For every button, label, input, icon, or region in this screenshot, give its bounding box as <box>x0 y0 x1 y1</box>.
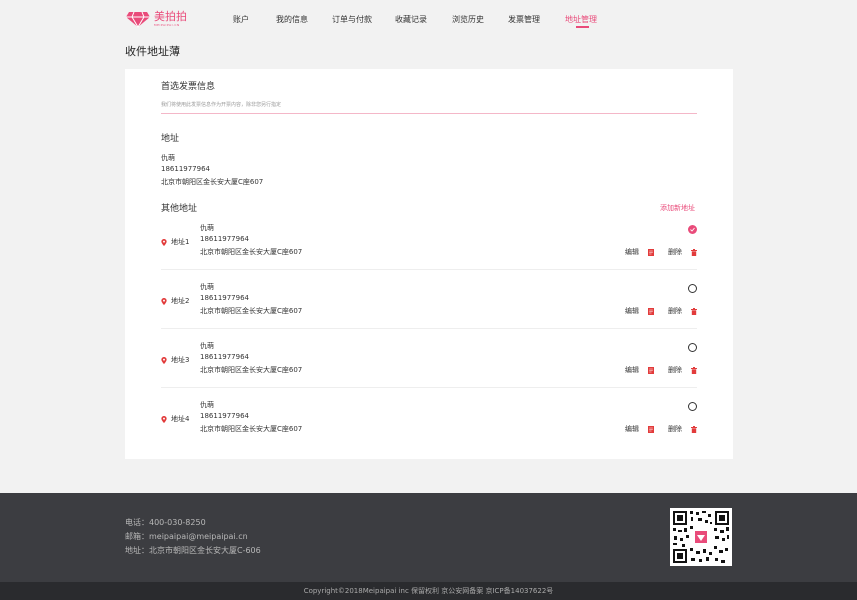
nav-item-orders[interactable]: 订单与付款 <box>332 14 372 25</box>
logo-tagline: MEIPAIPAI.CN <box>154 22 180 27</box>
row-phone: 18611977964 <box>200 412 249 420</box>
diamond-logo-icon <box>126 11 150 28</box>
add-address-link[interactable]: 添加新地址 <box>660 203 695 213</box>
location-pin-icon <box>161 356 167 364</box>
address-row: 地址4 仇萌 18611977964 北京市朝阳区金长安大厦C座607 编辑 删… <box>161 398 697 457</box>
trash-icon <box>691 425 697 433</box>
nav-item-addresses[interactable]: 地址管理 <box>565 14 597 25</box>
row-name: 仇萌 <box>200 401 214 409</box>
edit-doc-icon <box>648 366 654 374</box>
row-name: 仇萌 <box>200 224 214 232</box>
row-name: 仇萌 <box>200 283 214 291</box>
address-title: 地址 <box>161 134 180 144</box>
pink-divider <box>161 113 697 114</box>
preferred-title: 首选发票信息 <box>161 82 216 92</box>
row-label: 地址3 <box>161 355 189 365</box>
edit-doc-icon <box>648 425 654 433</box>
edit-label: 编辑 <box>625 248 639 256</box>
location-pin-icon <box>161 238 167 246</box>
trash-icon <box>691 366 697 374</box>
nav-item-account[interactable]: 账户 <box>233 14 249 25</box>
preferred-hint: 我们将使用此发票信息作为开票内容，除非您另行指定 <box>161 102 282 108</box>
edit-doc-icon <box>648 307 654 315</box>
address-row: 地址1 仇萌 18611977964 北京市朝阳区金长安大厦C座607 编辑 删… <box>161 221 697 280</box>
address-detail: 北京市朝阳区金长安大厦C座607 <box>161 178 264 186</box>
row-phone: 18611977964 <box>200 294 249 302</box>
address-row: 地址2 仇萌 18611977964 北京市朝阳区金长安大厦C座607 编辑 删… <box>161 280 697 339</box>
top-nav: 美拍拍 MEIPAIPAI.CN 账户 我的信息 订单与付款 收藏记录 浏览历史… <box>0 0 857 36</box>
footer-email: 邮箱：meipaipai@meipaipai.cn <box>125 532 248 541</box>
logo[interactable]: 美拍拍 MEIPAIPAI.CN <box>125 10 187 28</box>
row-address: 北京市朝阳区金长安大厦C座607 <box>200 248 303 256</box>
footer-phone: 电话：400-030-8250 <box>125 518 206 527</box>
delete-button[interactable]: 删除 <box>668 306 697 316</box>
trash-icon <box>691 307 697 315</box>
delete-label: 删除 <box>668 248 682 256</box>
row-address: 北京市朝阳区金长安大厦C座607 <box>200 366 303 374</box>
location-pin-icon <box>161 297 167 305</box>
row-address: 北京市朝阳区金长安大厦C座607 <box>200 307 303 315</box>
row-label: 地址1 <box>161 237 189 247</box>
check-icon <box>690 227 695 232</box>
edit-label: 编辑 <box>625 425 639 433</box>
delete-button[interactable]: 删除 <box>668 247 697 257</box>
row-address: 北京市朝阳区金长安大厦C座607 <box>200 425 303 433</box>
nav-active-indicator <box>576 26 589 28</box>
select-radio[interactable] <box>688 225 697 234</box>
nav-item-my-info[interactable]: 我的信息 <box>276 14 308 25</box>
row-phone: 18611977964 <box>200 235 249 243</box>
address-phone: 18611977964 <box>161 165 210 173</box>
qr-code <box>670 508 732 566</box>
row-divider <box>161 387 697 388</box>
other-addresses-title: 其他地址 <box>161 204 198 214</box>
delete-button[interactable]: 删除 <box>668 424 697 434</box>
address-row: 地址3 仇萌 18611977964 北京市朝阳区金长安大厦C座607 编辑 删… <box>161 339 697 398</box>
edit-doc-icon <box>648 248 654 256</box>
edit-label: 编辑 <box>625 307 639 315</box>
address-name: 仇萌 <box>161 154 175 162</box>
nav-item-history[interactable]: 浏览历史 <box>452 14 484 25</box>
select-radio[interactable] <box>688 284 697 293</box>
row-label-text: 地址2 <box>171 297 190 305</box>
row-label: 地址2 <box>161 296 189 306</box>
edit-label: 编辑 <box>625 366 639 374</box>
row-label: 地址4 <box>161 414 189 424</box>
page-title: 收件地址薄 <box>125 45 180 58</box>
trash-icon <box>691 248 697 256</box>
edit-button[interactable]: 编辑 <box>625 365 654 375</box>
delete-button[interactable]: 删除 <box>668 365 697 375</box>
select-radio[interactable] <box>688 343 697 352</box>
edit-button[interactable]: 编辑 <box>625 424 654 434</box>
edit-button[interactable]: 编辑 <box>625 247 654 257</box>
delete-label: 删除 <box>668 366 682 374</box>
row-label-text: 地址3 <box>171 356 190 364</box>
logo-name: 美拍拍 <box>154 9 187 23</box>
row-phone: 18611977964 <box>200 353 249 361</box>
delete-label: 删除 <box>668 307 682 315</box>
row-divider <box>161 328 697 329</box>
copyright-bar: Copyright©2018Meipaipai inc 保留权利 京公安网备案 … <box>0 582 857 600</box>
edit-button[interactable]: 编辑 <box>625 306 654 316</box>
nav-item-invoices[interactable]: 发票管理 <box>508 14 540 25</box>
row-label-text: 地址4 <box>171 415 190 423</box>
footer-address: 地址：北京市朝阳区金长安大厦C-606 <box>125 546 261 555</box>
footer: 电话：400-030-8250 邮箱：meipaipai@meipaipai.c… <box>0 493 857 582</box>
row-label-text: 地址1 <box>171 238 190 246</box>
address-card: 首选发票信息 我们将使用此发票信息作为开票内容，除非您另行指定 地址 仇萌 18… <box>125 69 733 459</box>
nav-item-favorites[interactable]: 收藏记录 <box>395 14 427 25</box>
delete-label: 删除 <box>668 425 682 433</box>
row-divider <box>161 269 697 270</box>
row-name: 仇萌 <box>200 342 214 350</box>
select-radio[interactable] <box>688 402 697 411</box>
copyright-text: Copyright©2018Meipaipai inc 保留权利 京公安网备案 … <box>303 587 554 595</box>
location-pin-icon <box>161 415 167 423</box>
qr-code-icon <box>673 511 729 563</box>
